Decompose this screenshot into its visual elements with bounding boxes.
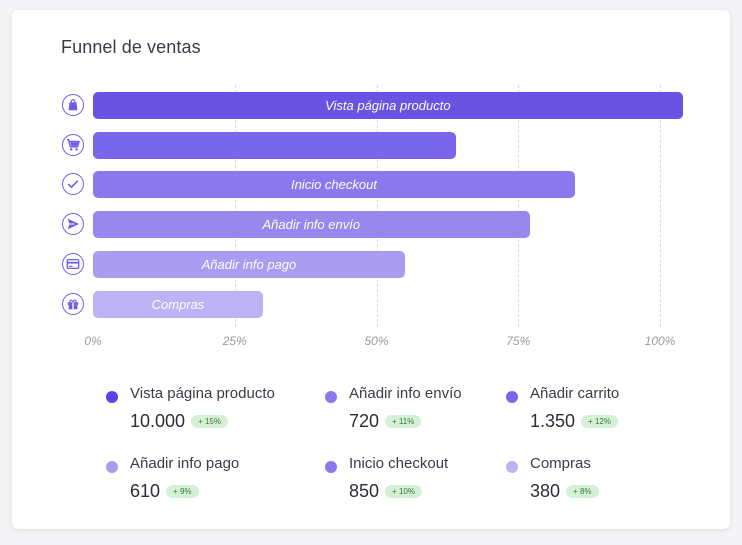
funnel-card: Funnel de ventas 0% 25% 50% 75% 100% Vista pá…	[12, 10, 730, 529]
funnel-bar: Vista página producto	[93, 92, 683, 119]
legend-name: Añadir info envío	[349, 385, 462, 402]
legend-value: 850	[349, 481, 380, 501]
legend-dot	[506, 461, 518, 473]
funnel-bar: Añadir info pago	[93, 250, 405, 278]
legend-badge: + 15%	[191, 415, 228, 428]
check-icon	[62, 173, 84, 196]
funnel-bar: Compras	[93, 290, 264, 318]
legend-badge: + 12%	[581, 415, 618, 428]
send-icon	[62, 213, 84, 236]
bar-label: Inicio checkout	[290, 177, 377, 193]
gridline	[518, 85, 520, 327]
gridline	[376, 85, 378, 327]
legend-dot	[325, 461, 337, 473]
x-tick-label: 100%	[644, 334, 676, 348]
legend-value: 610	[130, 481, 161, 501]
gift-icon	[62, 292, 84, 315]
legend-value: 10.000	[130, 411, 186, 431]
legend-dot	[506, 391, 518, 403]
legend-name: Inicio checkout	[349, 455, 449, 472]
legend-value: 380	[530, 481, 561, 501]
legend-badge: + 11%	[385, 415, 422, 428]
legend-dot	[325, 391, 337, 403]
bar-label: Compras	[151, 296, 205, 312]
legend-badge: + 8%	[566, 485, 599, 498]
funnel-bar: Añadir info envío	[93, 211, 530, 239]
funnel-chart: 0% 25% 50% 75% 100% Vista página producto Inic…	[12, 10, 730, 529]
legend-name: Compras	[530, 455, 591, 472]
x-tick-label: 75%	[506, 334, 531, 348]
funnel-bar	[93, 131, 456, 159]
bar-label: Añadir info envío	[262, 217, 361, 233]
bar-label: Añadir info pago	[201, 256, 297, 272]
cart-icon	[62, 133, 84, 156]
gridline	[660, 85, 661, 327]
legend-badge: + 9%	[166, 485, 199, 498]
x-tick-label: 25%	[222, 334, 247, 348]
legend-name: Vista página producto	[130, 385, 275, 402]
x-tick-label: 50%	[364, 334, 389, 348]
legend-dot	[106, 461, 118, 473]
legend-dot	[106, 391, 118, 403]
bar-label: Vista página producto	[325, 98, 451, 113]
funnel-bar: Inicio checkout	[93, 171, 575, 199]
legend-name: Añadir info pago	[130, 455, 240, 472]
x-tick-label: 0%	[84, 334, 102, 348]
shopping-bag-icon	[62, 94, 84, 116]
legend-badge: + 10%	[385, 485, 422, 498]
legend-value: 720	[349, 411, 380, 431]
legend-name: Añadir carrito	[530, 385, 620, 402]
credit-card-icon	[62, 252, 84, 275]
legend-value: 1.350	[530, 411, 576, 431]
